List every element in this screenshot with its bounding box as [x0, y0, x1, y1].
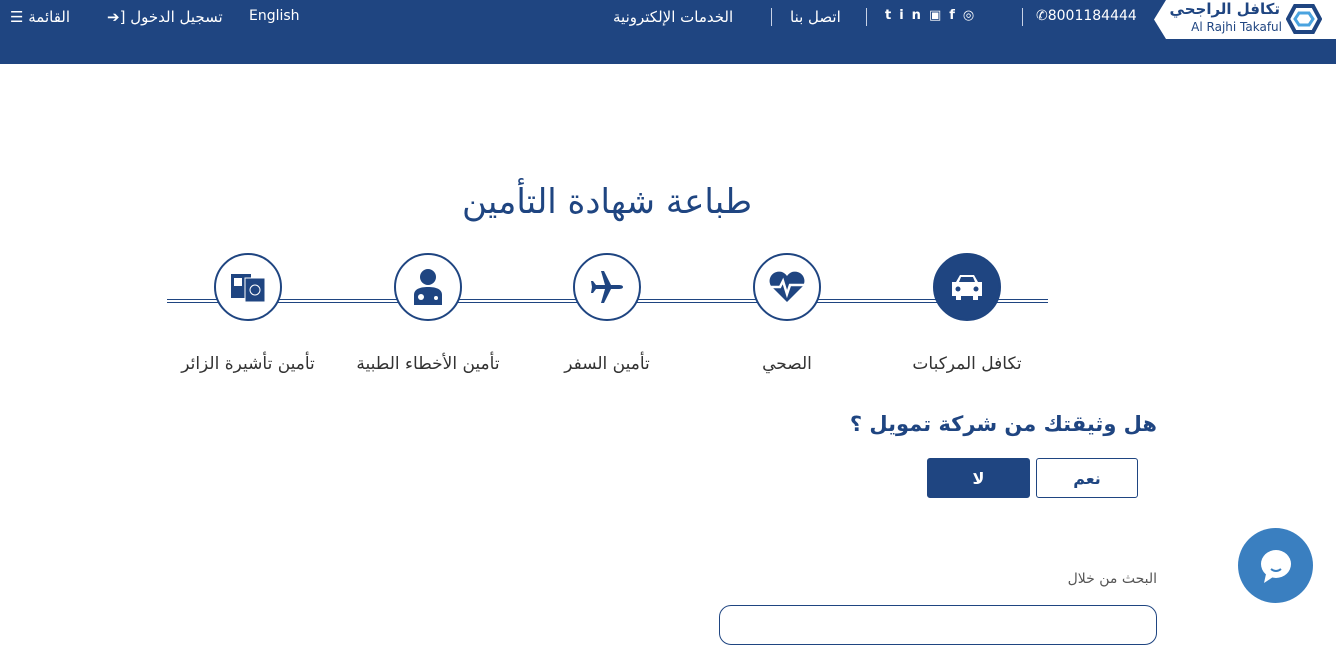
heart-pulse-icon [769, 271, 805, 302]
category-label: الصحي [762, 354, 812, 374]
logo[interactable]: تكافل الراجحي Al Rajhi Takaful [1154, 0, 1336, 39]
financing-question: هل وثيقتك من شركة تمويل ؟ [849, 412, 1157, 436]
chat-bubble-icon [1260, 549, 1291, 583]
divider [771, 8, 772, 26]
category-label: تأمين الأخطاء الطبية [356, 354, 500, 374]
yes-button[interactable]: نعم [1036, 458, 1138, 498]
passport-icon [231, 274, 266, 303]
youtube-icon[interactable]: ▣ [929, 8, 949, 23]
no-button[interactable]: لا [927, 458, 1030, 498]
page-title: طباعة شهادة التأمين [461, 182, 753, 222]
menu-button[interactable]: ☰ القائمة [10, 8, 70, 26]
search-by-input[interactable] [719, 605, 1157, 645]
top-header: ☰ القائمة ➔] تسجيل الدخول English الخدما… [0, 0, 1336, 64]
divider [1022, 8, 1023, 26]
search-by-label: البحث من خلال [1067, 571, 1157, 587]
eservices-link[interactable]: الخدمات الإلكترونية [613, 8, 733, 26]
category-travel[interactable] [573, 253, 641, 321]
chat-button[interactable] [1238, 528, 1313, 603]
social-links: tin▣f◎ [885, 8, 982, 23]
car-icon [952, 275, 982, 300]
category-visitor-visa[interactable] [214, 253, 282, 321]
category-label: تأمين السفر [564, 354, 650, 374]
doctor-icon [414, 269, 442, 305]
login-button[interactable]: ➔] تسجيل الدخول [107, 8, 223, 26]
category-label: تكافل المركبات [912, 354, 1022, 374]
category-motor[interactable] [933, 253, 1001, 321]
category-malpractice[interactable] [394, 253, 462, 321]
twitter-icon[interactable]: t [885, 8, 899, 23]
category-health[interactable] [753, 253, 821, 321]
sign-in-icon: ➔] [107, 8, 126, 26]
facebook-icon[interactable]: f [949, 8, 963, 23]
phone-icon: ✆ [1036, 8, 1048, 24]
contact-link[interactable]: اتصل بنا [790, 8, 841, 26]
divider [866, 8, 867, 26]
phone-link[interactable]: ✆8001184444 [1036, 8, 1137, 24]
category-label: تأمين تأشيرة الزائر [181, 354, 315, 374]
instagram-icon[interactable]: ◎ [963, 8, 982, 23]
linkedin-icon[interactable]: in [899, 8, 929, 23]
hamburger-icon: ☰ [10, 8, 24, 26]
plane-icon [591, 271, 623, 303]
language-link[interactable]: English [249, 8, 300, 24]
logo-mark-icon [1286, 4, 1322, 34]
